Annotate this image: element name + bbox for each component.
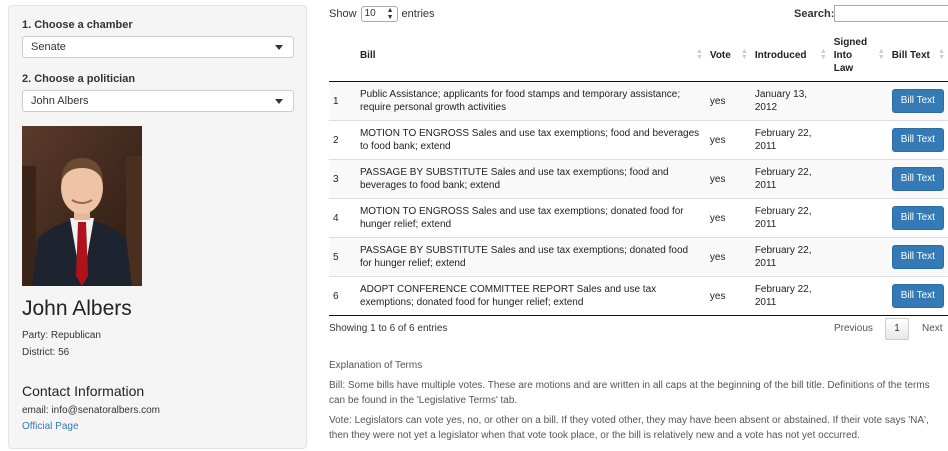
sort-arrows-icon: ▲ ▼ (819, 48, 827, 61)
vote-value: yes (705, 81, 751, 121)
bill-title: ADOPT CONFERENCE COMMITTEE REPORT Sales … (355, 276, 706, 316)
row-index: 3 (329, 159, 356, 199)
party-text: Party: Republican (22, 330, 101, 341)
table-row: 2 MOTION TO ENGROSS Sales and use tax ex… (329, 120, 948, 160)
politician-name: John Albers (22, 297, 132, 320)
bill-title: PASSAGE BY SUBSTITUTE Sales and use tax … (355, 159, 706, 199)
row-index: 6 (329, 276, 356, 316)
sort-arrows-icon: ▲ ▼ (740, 48, 748, 61)
table-header-row: Bill ▲ ▼ Vote ▲ ▼ Introduced ▲ ▼ Signed Int… (329, 30, 948, 82)
bill-title: PASSAGE BY SUBSTITUTE Sales and use tax … (355, 237, 706, 277)
bill-text-cell: Bill Text (887, 120, 948, 160)
table-row: 6 ADOPT CONFERENCE COMMITTEE REPORT Sale… (329, 276, 948, 316)
official-page-link[interactable]: Official Page (22, 421, 79, 432)
introduced-date: January 13, 2012 (750, 81, 830, 121)
politician-select-value: John Albers (31, 95, 89, 107)
introduced-date: February 22, 2011 (750, 237, 830, 277)
introduced-date: February 22, 2011 (750, 120, 830, 160)
page-length-value: 10 (364, 8, 376, 19)
sort-arrows-icon: ▲ ▼ (938, 48, 945, 61)
explanation-heading: Explanation of Terms (329, 360, 423, 371)
bill-text-button[interactable]: Bill Text (891, 167, 944, 191)
bill-title: MOTION TO ENGROSS Sales and use tax exem… (355, 198, 706, 238)
signed-into-law (829, 198, 888, 238)
column-header-bill[interactable]: Bill ▲ ▼ (355, 30, 706, 82)
show-label: Show (329, 8, 357, 20)
row-index: 4 (329, 198, 356, 238)
column-header-vote[interactable]: Vote ▲ ▼ (705, 30, 751, 82)
sort-arrows-icon: ▲ ▼ (877, 48, 885, 61)
introduced-date: February 22, 2011 (750, 276, 830, 316)
table-row: 4 MOTION TO ENGROSS Sales and use tax ex… (329, 198, 948, 238)
column-header-introduced[interactable]: Introduced ▲ ▼ (750, 30, 830, 82)
page-length-control: Show 10 ▲ ▼ entries (329, 6, 435, 22)
signed-into-law (829, 120, 888, 160)
bill-text-cell: Bill Text (887, 159, 948, 199)
column-header-signed[interactable]: Signed Into Law ▲ ▼ (829, 30, 888, 82)
page-1-button[interactable]: 1 (885, 318, 909, 340)
explanation-bill: Bill: Some bills have multiple votes. Th… (329, 380, 930, 406)
search-input[interactable] (834, 5, 948, 22)
introduced-date: February 22, 2011 (750, 159, 830, 199)
politician-select[interactable]: John Albers (22, 90, 294, 112)
politician-photo (22, 126, 142, 286)
bill-text-button[interactable]: Bill Text (891, 89, 944, 113)
column-header-index (329, 30, 356, 82)
vote-value: yes (705, 237, 751, 277)
bill-title: MOTION TO ENGROSS Sales and use tax exem… (355, 120, 706, 160)
table-row: 1 Public Assistance; applicants for food… (329, 81, 948, 121)
row-index: 2 (329, 120, 356, 160)
signed-into-law (829, 237, 888, 277)
politician-label: 2. Choose a politician (22, 73, 136, 85)
row-index: 1 (329, 81, 356, 121)
bill-text-cell: Bill Text (887, 81, 948, 121)
column-header-bill-text[interactable]: Bill Text ▲ ▼ (887, 30, 948, 82)
bill-text-button[interactable]: Bill Text (891, 206, 944, 230)
signed-into-law (829, 81, 888, 121)
row-index: 5 (329, 237, 356, 277)
bill-text-cell: Bill Text (887, 198, 948, 238)
previous-button[interactable]: Previous (834, 323, 873, 334)
district-text: District: 56 (22, 347, 70, 358)
main-content: Show 10 ▲ ▼ entries Search: Bill ▲ ▼ Vote … (329, 0, 948, 451)
signed-into-law (829, 276, 888, 316)
spinner-arrows-icon: ▲ ▼ (386, 7, 394, 21)
bill-text-button[interactable]: Bill Text (891, 284, 944, 308)
search-label: Search: (794, 8, 835, 20)
vote-value: yes (705, 276, 751, 316)
contact-heading: Contact Information (22, 383, 145, 399)
sidebar-panel: 1. Choose a chamber Senate 2. Choose a p… (8, 5, 307, 449)
bill-text-button[interactable]: Bill Text (891, 128, 944, 152)
next-button[interactable]: Next (922, 323, 943, 334)
chamber-select-value: Senate (31, 41, 66, 53)
bill-text-cell: Bill Text (887, 237, 948, 277)
bill-text-button[interactable]: Bill Text (891, 245, 944, 269)
sort-arrows-icon: ▲ ▼ (695, 48, 703, 61)
introduced-date: February 22, 2011 (750, 198, 830, 238)
table-info: Showing 1 to 6 of 6 entries (329, 323, 448, 334)
vote-value: yes (705, 159, 751, 199)
bill-title: Public Assistance; applicants for food s… (355, 81, 706, 121)
caret-down-icon (275, 99, 283, 104)
signed-into-law (829, 159, 888, 199)
caret-down-icon (275, 45, 283, 50)
email-text: email: info@senatoralbers.com (22, 405, 160, 416)
chamber-select[interactable]: Senate (22, 36, 294, 58)
table-row: 5 PASSAGE BY SUBSTITUTE Sales and use ta… (329, 237, 948, 277)
vote-value: yes (705, 198, 751, 238)
table-row: 3 PASSAGE BY SUBSTITUTE Sales and use ta… (329, 159, 948, 199)
bill-text-cell: Bill Text (887, 276, 948, 316)
page-length-select[interactable]: 10 ▲ ▼ (360, 6, 398, 22)
chamber-label: 1. Choose a chamber (22, 19, 133, 31)
vote-value: yes (705, 120, 751, 160)
entries-label: entries (401, 8, 435, 20)
explanation-vote: Vote: Legislators can vote yes, no, or o… (329, 415, 929, 441)
bills-table: Bill ▲ ▼ Vote ▲ ▼ Introduced ▲ ▼ Signed Int… (329, 30, 948, 316)
